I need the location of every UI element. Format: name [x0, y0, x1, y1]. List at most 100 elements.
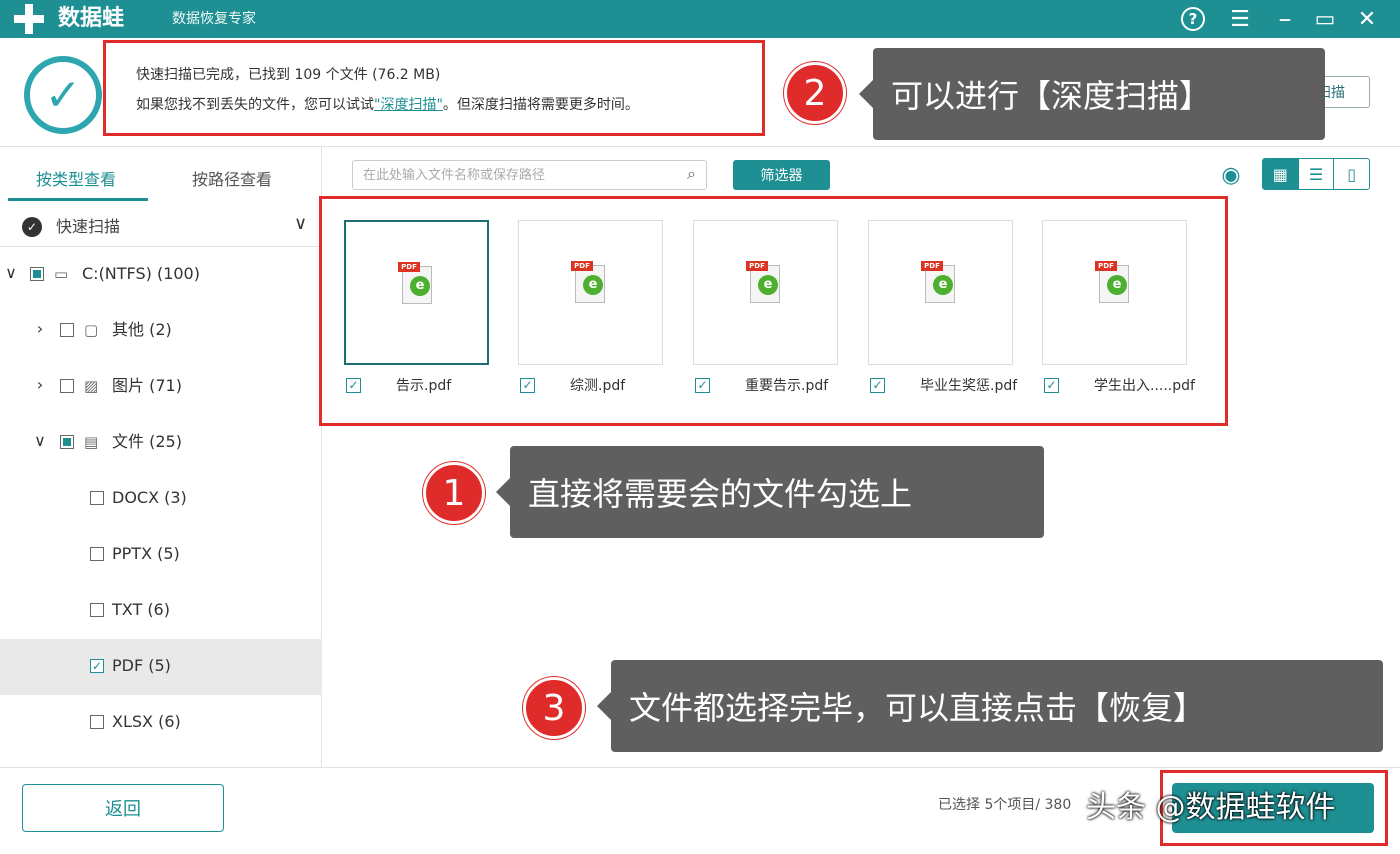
tree-item[interactable]: TXT (6): [0, 583, 322, 639]
tree-item-label: C:(NTFS) (100): [82, 264, 200, 283]
tree-item[interactable]: PPTX (5): [0, 527, 322, 583]
file-name: 告示.pdf: [396, 378, 452, 394]
file-thumbnail[interactable]: PDF e: [868, 220, 1013, 365]
tree-item[interactable]: › ▨ 图片 (71): [0, 359, 322, 415]
detail-view-icon[interactable]: ▯: [1333, 159, 1369, 189]
pdf-tag: PDF: [746, 261, 768, 271]
drive-icon: ▭: [54, 265, 69, 283]
callout-badge-2: 2: [784, 62, 846, 124]
tree-item-label: 文件 (25): [112, 432, 182, 451]
menu-icon[interactable]: ☰: [1225, 4, 1255, 34]
tree-expand-icon[interactable]: ›: [32, 375, 48, 394]
back-button[interactable]: 返回: [22, 784, 224, 832]
grid-view-icon[interactable]: ▦: [1263, 159, 1298, 189]
file-checkbox[interactable]: ✓: [1044, 378, 1059, 393]
list-view-icon[interactable]: ☰: [1297, 159, 1334, 189]
tree-checkbox[interactable]: [90, 715, 104, 729]
file-name: 综测.pdf: [570, 378, 626, 394]
file-checkbox[interactable]: ✓: [695, 378, 710, 393]
tree-item-label: 图片 (71): [112, 376, 182, 395]
pdf-badge: e: [933, 275, 953, 295]
tree-item[interactable]: ∨ ▤ 文件 (25): [0, 415, 322, 471]
pdf-file-icon: PDF e: [921, 261, 959, 305]
search-placeholder: 在此处输入文件名称或保存路径: [363, 168, 546, 183]
pdf-badge: e: [410, 276, 430, 296]
check-dot-icon: ✓: [22, 217, 42, 237]
scan-hint-text: 如果您找不到丢失的文件，您可以试试"深度扫描"。但深度扫描将需要更多时间。: [136, 95, 762, 115]
pdf-file-icon: PDF e: [571, 261, 609, 305]
tab-by-path[interactable]: 按路径查看: [192, 165, 272, 195]
app-window: 数据蛙 数据恢复专家 ? ☰ – ▭ ✕ ✓ 快速扫描已完成，已找到 109 个…: [0, 0, 1400, 854]
tree-item-label: 其他 (2): [112, 320, 172, 339]
tree-checkbox[interactable]: [60, 323, 74, 337]
tree-checkbox[interactable]: ✓: [90, 659, 104, 673]
tree-item[interactable]: DOCX (3): [0, 471, 322, 527]
help-icon[interactable]: ?: [1178, 4, 1208, 34]
pdf-tag: PDF: [398, 262, 420, 272]
tree-expand-icon[interactable]: ›: [32, 319, 48, 338]
pdf-file-icon: PDF e: [398, 262, 436, 306]
filter-button[interactable]: 筛选器: [733, 160, 830, 190]
quick-scan-label: 快速扫描: [56, 217, 121, 236]
scan-hint-suffix: 。但深度扫描将需要更多时间。: [442, 97, 639, 113]
close-icon[interactable]: ✕: [1352, 4, 1382, 34]
tab-by-type[interactable]: 按类型查看: [36, 165, 116, 195]
file-checkbox[interactable]: ✓: [520, 378, 535, 393]
folder-icon: ▨: [84, 377, 99, 395]
tree-checkbox[interactable]: [60, 435, 74, 449]
file-thumbnail[interactable]: PDF e: [518, 220, 663, 365]
callout-bubble-1: 直接将需要会的文件勾选上: [496, 446, 1044, 538]
pdf-badge: e: [583, 275, 603, 295]
tree-item-label: PDF (5): [112, 656, 171, 675]
app-name: 数据蛙: [58, 6, 125, 31]
search-input[interactable]: 在此处输入文件名称或保存路径 ⌕: [352, 160, 707, 190]
callout-badge-1: 1: [423, 462, 485, 524]
watermark-text: 头条 @数据蛙软件: [1086, 790, 1336, 825]
file-checkbox[interactable]: ✓: [346, 378, 361, 393]
tree-checkbox[interactable]: [90, 603, 104, 617]
file-checkbox[interactable]: ✓: [870, 378, 885, 393]
preview-eye-icon[interactable]: ◉: [1212, 160, 1250, 190]
file-name: 学生出入.....pdf: [1094, 378, 1195, 394]
tree-checkbox[interactable]: [90, 547, 104, 561]
file-name: 毕业生奖惩.pdf: [920, 378, 1018, 394]
pdf-tag: PDF: [1095, 261, 1117, 271]
folder-icon: ▢: [84, 321, 99, 339]
tree-item-label: XLSX (6): [112, 712, 181, 731]
sidebar: 按类型查看 按路径查看 ✓ 快速扫描 ∨ ∨ ▭ C:(NTFS) (100) › ▢ 其…: [0, 147, 322, 767]
tree-item-label: DOCX (3): [112, 488, 187, 507]
tree-expand-icon[interactable]: ∨: [3, 263, 19, 282]
deep-scan-link[interactable]: "深度扫描": [374, 97, 443, 113]
footer-divider: [0, 767, 1400, 768]
pdf-tag: PDF: [571, 261, 593, 271]
pdf-badge: e: [1107, 275, 1127, 295]
logo-plus-icon: [14, 4, 44, 34]
tree-checkbox[interactable]: [90, 491, 104, 505]
quick-scan-header[interactable]: ✓ 快速扫描 ∨: [0, 207, 322, 247]
tree-item[interactable]: › ▢ 其他 (2): [0, 303, 322, 359]
file-thumbnail[interactable]: PDF e: [693, 220, 838, 365]
tree-item-label: TXT (6): [112, 600, 170, 619]
tree-item[interactable]: XLSX (6): [0, 695, 322, 751]
search-icon[interactable]: ⌕: [687, 164, 696, 184]
tree-item[interactable]: ✓ PDF (5): [0, 639, 322, 695]
maximize-icon[interactable]: ▭: [1310, 4, 1340, 34]
tree-checkbox[interactable]: [60, 379, 74, 393]
callout-badge-3: 3: [523, 677, 585, 739]
tab-underline: [8, 198, 148, 201]
tree-checkbox[interactable]: [30, 267, 44, 281]
file-name: 重要告示.pdf: [745, 378, 829, 394]
folder-icon: ▤: [84, 433, 99, 451]
callout-bubble-3: 文件都选择完毕，可以直接点击【恢复】: [597, 660, 1383, 752]
chevron-down-icon[interactable]: ∨: [294, 213, 307, 234]
callout-bubble-2: 可以进行【深度扫描】: [859, 48, 1325, 140]
selected-count-text: 已选择 5个项目/ 380: [938, 797, 1072, 813]
file-thumbnail[interactable]: PDF e: [1042, 220, 1187, 365]
title-bar: 数据蛙 数据恢复专家 ? ☰ – ▭ ✕: [0, 0, 1400, 38]
scan-complete-check-icon: ✓: [24, 56, 102, 134]
file-thumbnail[interactable]: PDF e: [344, 220, 489, 365]
pdf-badge: e: [758, 275, 778, 295]
tree-expand-icon[interactable]: ∨: [32, 431, 48, 450]
tree-item[interactable]: ∨ ▭ C:(NTFS) (100): [0, 247, 322, 303]
minimize-icon[interactable]: –: [1270, 4, 1300, 34]
